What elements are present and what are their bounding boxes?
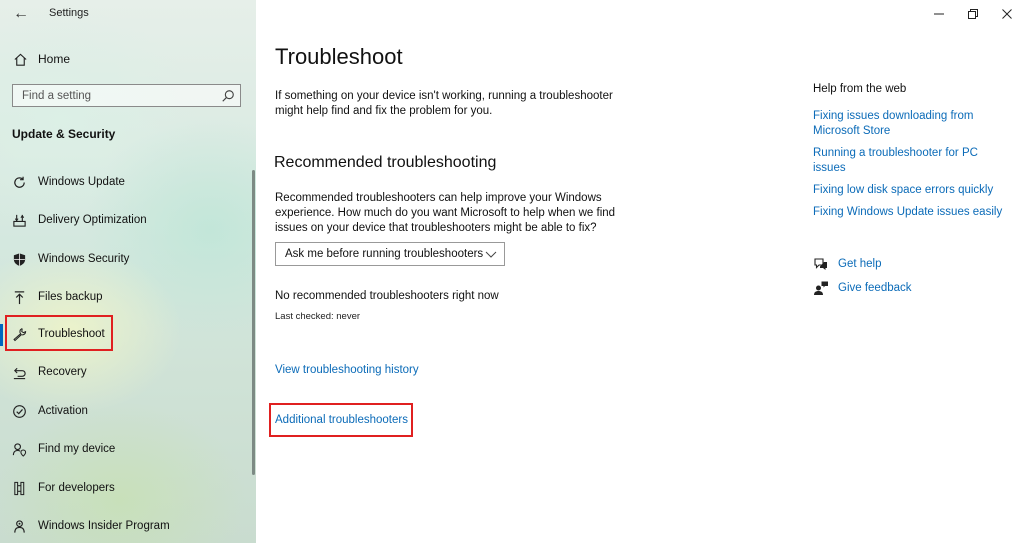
- sidebar-item-label: Troubleshoot: [38, 328, 105, 340]
- recommended-status: No recommended troubleshooters right now: [275, 290, 499, 302]
- sidebar-item-for-developers[interactable]: For developers: [0, 474, 254, 502]
- get-help-label: Get help: [838, 258, 882, 270]
- insider-icon: [11, 518, 27, 534]
- sidebar-item-files-backup[interactable]: Files backup: [0, 283, 254, 311]
- window-controls: [922, 0, 1024, 28]
- sidebar-item-label: Activation: [38, 405, 88, 417]
- minimize-icon: [934, 13, 944, 15]
- sidebar-item-recovery[interactable]: Recovery: [0, 358, 254, 386]
- sidebar-item-label: Home: [38, 52, 71, 66]
- sidebar: ← Settings Home Update & Security Window…: [0, 0, 256, 543]
- search-box[interactable]: [12, 84, 241, 107]
- give-feedback-link[interactable]: Give feedback: [813, 280, 912, 296]
- back-arrow-icon: ←: [13, 5, 29, 22]
- recovery-icon: [11, 364, 27, 380]
- feedback-person-icon: [813, 280, 829, 296]
- wrench-icon: [11, 326, 27, 342]
- sidebar-item-label: Recovery: [38, 366, 87, 378]
- app-title: Settings: [49, 7, 89, 19]
- help-link[interactable]: Fixing issues downloading from Microsoft…: [813, 109, 1003, 139]
- sidebar-item-windows-insider-program[interactable]: Windows Insider Program: [0, 512, 254, 540]
- sidebar-item-windows-update[interactable]: Windows Update: [0, 168, 254, 196]
- sidebar-item-label: Delivery Optimization: [38, 214, 147, 226]
- person-location-icon: [11, 441, 27, 457]
- sidebar-scrollbar[interactable]: [252, 170, 255, 475]
- page-title: Troubleshoot: [275, 44, 403, 69]
- sidebar-item-label: Files backup: [38, 291, 103, 303]
- troubleshooter-preference-dropdown[interactable]: Ask me before running troubleshooters: [275, 242, 505, 266]
- sidebar-item-activation[interactable]: Activation: [0, 397, 254, 425]
- close-button[interactable]: [990, 0, 1024, 28]
- sidebar-item-home[interactable]: Home: [12, 50, 70, 68]
- back-button[interactable]: ←: [10, 5, 32, 23]
- sidebar-item-windows-security[interactable]: Windows Security: [0, 245, 254, 273]
- minimize-button[interactable]: [922, 0, 956, 28]
- check-circle-icon: [11, 403, 27, 419]
- get-help-link[interactable]: Get help: [813, 256, 881, 272]
- backup-arrow-icon: [11, 289, 27, 305]
- sidebar-item-label: Windows Insider Program: [38, 520, 170, 532]
- sidebar-item-troubleshoot[interactable]: Troubleshoot: [0, 320, 254, 348]
- sidebar-item-label: Find my device: [38, 443, 116, 455]
- sidebar-item-label: Windows Update: [38, 176, 125, 188]
- developer-tools-icon: [11, 480, 27, 496]
- view-history-link[interactable]: View troubleshooting history: [275, 364, 419, 376]
- section-heading: Update & Security: [12, 127, 116, 141]
- help-link[interactable]: Fixing low disk space errors quickly: [813, 183, 1003, 198]
- recommended-heading: Recommended troubleshooting: [274, 154, 497, 171]
- additional-troubleshooters-link[interactable]: Additional troubleshooters: [275, 414, 408, 426]
- refresh-icon: [11, 174, 27, 190]
- help-heading: Help from the web: [813, 83, 907, 95]
- page-description: If something on your device isn't workin…: [275, 90, 613, 117]
- chevron-down-icon: [485, 249, 497, 259]
- delivery-optimization-icon: [11, 212, 27, 228]
- help-link[interactable]: Running a troubleshooter for PC issues: [813, 146, 1003, 176]
- shield-icon: [11, 251, 27, 267]
- sidebar-item-delivery-optimization[interactable]: Delivery Optimization: [0, 206, 254, 234]
- help-link[interactable]: Fixing Windows Update issues easily: [813, 205, 1003, 220]
- help-links: Fixing issues downloading from Microsoft…: [813, 109, 1003, 227]
- search-icon[interactable]: [221, 89, 235, 103]
- search-input[interactable]: [13, 89, 222, 102]
- home-icon: [12, 51, 28, 67]
- last-checked: Last checked: never: [275, 311, 361, 322]
- chat-help-icon: [813, 256, 829, 272]
- recommended-description: Recommended troubleshooters can help imp…: [275, 192, 616, 234]
- close-icon: [1002, 9, 1012, 19]
- dropdown-selected-value: Ask me before running troubleshooters: [285, 248, 484, 260]
- sidebar-item-label: Windows Security: [38, 253, 130, 265]
- sidebar-item-find-my-device[interactable]: Find my device: [0, 435, 254, 463]
- give-feedback-label: Give feedback: [838, 282, 912, 294]
- sidebar-item-label: For developers: [38, 482, 115, 494]
- restore-icon: [968, 9, 978, 19]
- restore-button[interactable]: [956, 0, 990, 28]
